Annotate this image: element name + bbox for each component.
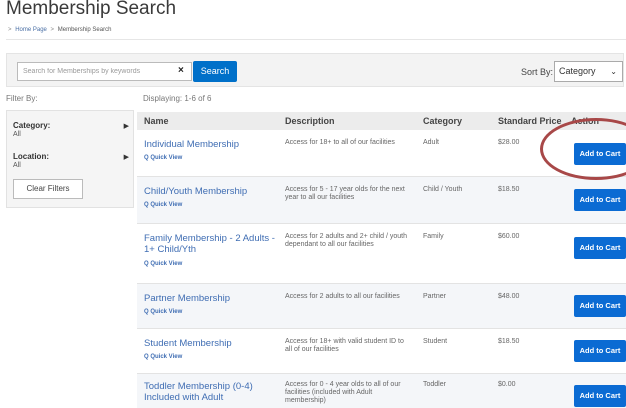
membership-category: Toddler [423,381,446,388]
chevron-down-icon: ⌄ [610,67,617,76]
membership-category: Family [423,233,444,240]
table-row: Student Membership Q Quick View Access f… [137,329,626,374]
category-filter-label: Category: [13,121,51,130]
chevron-right-icon: ▶ [123,123,129,130]
membership-price: $28.00 [498,139,520,146]
membership-description: Access for 2 adults and 2+ child / youth… [285,233,407,248]
membership-price: $18.50 [498,338,520,345]
add-to-cart-button[interactable]: Add to Cart [574,385,626,407]
clear-filters-button[interactable]: Clear Filters [13,179,83,199]
quick-view-link[interactable]: Q Quick View [144,155,182,161]
quick-view-link[interactable]: Q Quick View [144,309,182,315]
membership-description: Access for 5 - 17 year olds for the next… [285,186,405,201]
membership-price: $60.00 [498,233,520,240]
filter-panel: Category: All ▶ Location: All ▶ Clear Fi… [6,110,134,208]
breadcrumb-separator: > [50,27,55,33]
table-row: Child/Youth Membership Q Quick View Acce… [137,177,626,224]
results-count: Displaying: 1-6 of 6 [143,94,212,103]
add-to-cart-button[interactable]: Add to Cart [574,237,626,259]
membership-name-link[interactable]: Toddler Membership (0-4) Included with A… [144,381,274,403]
search-toolbar: × Search Sort By: Category ⌄ [6,53,624,87]
membership-name-link[interactable]: Partner Membership [144,293,230,304]
membership-description: Access for 0 - 4 year olds to all of our… [285,381,401,404]
category-filter-value: All [13,131,21,138]
search-input[interactable] [17,62,192,81]
membership-category: Partner [423,293,446,300]
table-row: Toddler Membership (0-4) Included with A… [137,374,626,408]
chevron-right-icon: ▶ [123,154,129,161]
column-header-description: Description [285,116,335,126]
table-header: Name Description Category Standard Price… [137,112,626,130]
membership-name-link[interactable]: Student Membership [144,338,232,349]
add-to-cart-button[interactable]: Add to Cart [574,295,626,317]
membership-category: Child / Youth [423,186,463,193]
clear-search-icon[interactable]: × [178,66,184,76]
location-filter-label: Location: [13,152,49,161]
breadcrumb-home-link[interactable]: Home Page [15,27,47,33]
add-to-cart-button[interactable]: Add to Cart [574,189,626,211]
membership-price: $0.00 [498,381,516,388]
membership-name-link[interactable]: Individual Membership [144,139,239,150]
header-divider [6,39,626,40]
column-header-price[interactable]: Standard Price [498,116,562,126]
quick-view-link[interactable]: Q Quick View [144,354,182,360]
sort-by-label: Sort By: [521,67,554,77]
category-filter[interactable]: Category: All ▶ [13,121,129,138]
breadcrumb-separator: > [8,27,12,33]
membership-name-link[interactable]: Family Membership - 2 Adults - 1+ Child/… [144,233,279,255]
location-filter-value: All [13,162,21,169]
membership-category: Student [423,338,448,345]
quick-view-link[interactable]: Q Quick View [144,261,182,267]
breadcrumb: > Home Page > Membership Search [6,27,111,33]
table-row: Partner Membership Q Quick View Access f… [137,284,626,329]
membership-price: $48.00 [498,293,520,300]
membership-price: $18.50 [498,186,520,193]
membership-category: Adult [423,139,439,146]
filter-by-heading: Filter By: [6,94,38,103]
membership-description: Access for 2 adults to all our facilitie… [285,293,400,300]
quick-view-link[interactable]: Q Quick View [144,202,182,208]
page-title: Membership Search [6,0,177,19]
add-to-cart-button[interactable]: Add to Cart [574,340,626,362]
location-filter[interactable]: Location: All ▶ [13,152,129,169]
breadcrumb-current: Membership Search [57,27,112,33]
column-header-name[interactable]: Name [144,116,169,126]
sort-by-value: Category [559,66,596,76]
search-button[interactable]: Search [193,61,237,82]
column-header-category[interactable]: Category [423,116,462,126]
sort-by-select[interactable]: Category ⌄ [554,61,623,82]
membership-name-link[interactable]: Child/Youth Membership [144,186,247,197]
table-row: Family Membership - 2 Adults - 1+ Child/… [137,224,626,284]
membership-description: Access for 18+ with valid student ID to … [285,338,404,353]
membership-description: Access for 18+ to all of our facilities [285,139,395,146]
